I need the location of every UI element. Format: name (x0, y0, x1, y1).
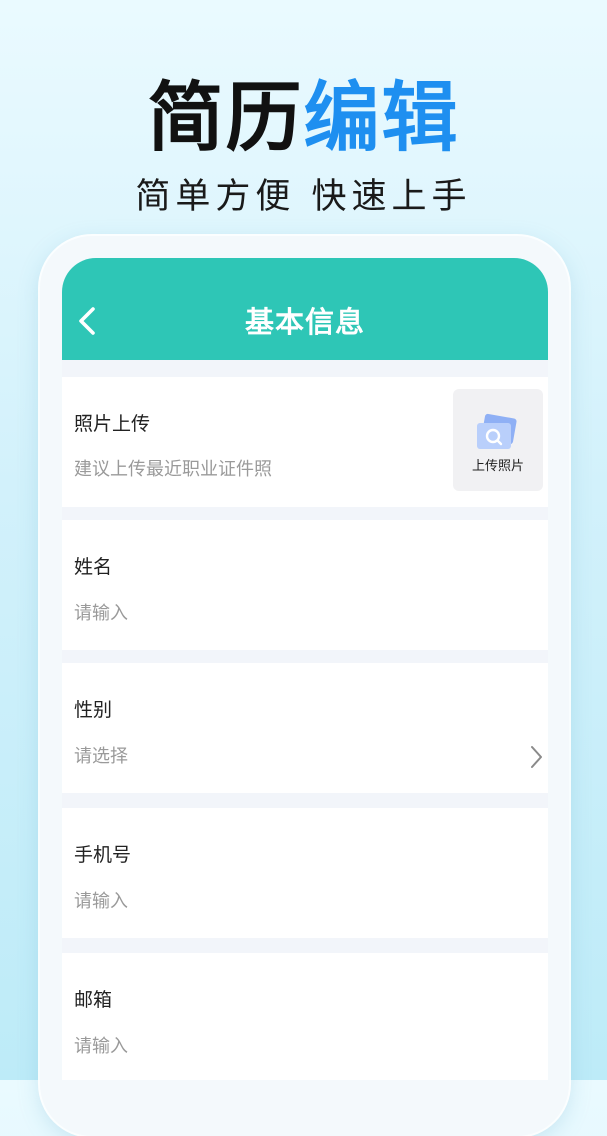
photo-upload-button-label: 上传照片 (471, 459, 524, 474)
page-title: 基本信息 (244, 305, 365, 339)
field-name-label: 姓名 (74, 556, 113, 578)
promo-subtitle: 简单方便 快速上手 (135, 177, 472, 217)
navbar: 基本信息 (62, 258, 548, 360)
name-input[interactable]: 请输入 (74, 601, 128, 627)
photo-upload-hint: 建议上传最近职业证件照 (74, 459, 272, 480)
photo-upload-button[interactable]: 上传照片 (453, 389, 543, 491)
phone-input[interactable]: 请输入 (74, 889, 128, 915)
field-gender[interactable]: 性别 请选择 (62, 663, 548, 793)
gender-select[interactable]: 请选择 (74, 744, 128, 770)
field-email[interactable]: 邮箱 请输入 (62, 953, 548, 1080)
field-phone[interactable]: 手机号 请输入 (62, 808, 548, 938)
email-input[interactable]: 请输入 (74, 1034, 128, 1060)
field-phone-label: 手机号 (74, 844, 132, 866)
chevron-right-icon (531, 746, 542, 768)
app-screen: 基本信息 照片上传 建议上传最近职业证件照 上传照片 姓名 请输入 性别 请选择… (62, 258, 548, 1080)
field-name[interactable]: 姓名 请输入 (62, 520, 548, 650)
field-email-label: 邮箱 (74, 989, 113, 1011)
promo-title-blue: 编辑 (303, 73, 460, 162)
photo-upload-icon (477, 413, 517, 449)
promo-title-dark: 简历 (147, 73, 304, 162)
photo-upload-card: 照片上传 建议上传最近职业证件照 上传照片 (62, 377, 548, 507)
photo-upload-label: 照片上传 (74, 413, 151, 435)
promo-title: 简历编辑 (0, 72, 607, 164)
field-gender-label: 性别 (74, 699, 113, 721)
